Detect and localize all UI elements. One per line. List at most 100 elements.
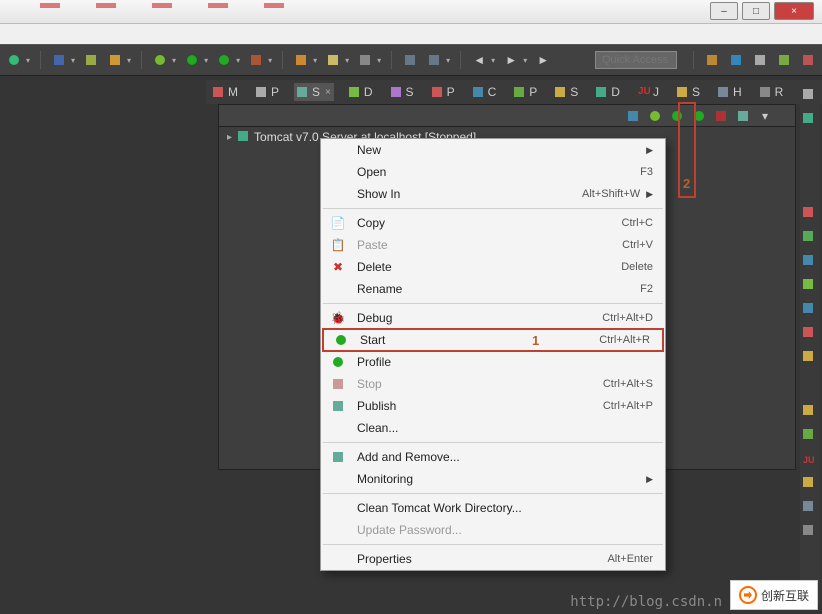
publish-icon	[329, 398, 347, 414]
tab-s[interactable]: S	[674, 83, 703, 101]
tab-letter: P	[447, 85, 455, 99]
menu-separator	[323, 303, 663, 304]
menu-separator	[323, 442, 663, 443]
tab-history[interactable]: H	[715, 83, 745, 101]
debug-server-icon[interactable]	[647, 108, 663, 124]
sidebar-icon[interactable]	[803, 404, 817, 418]
menu-properties[interactable]: PropertiesAlt+Enter	[321, 548, 665, 570]
tool-icon[interactable]	[107, 52, 123, 68]
perspective-icon[interactable]	[728, 52, 744, 68]
sidebar-icon[interactable]	[803, 112, 817, 126]
tab-letter: J	[653, 85, 659, 99]
menu-shortcut: Alt+Shift+W	[582, 188, 640, 200]
nav-icon[interactable]	[402, 52, 418, 68]
wand-icon[interactable]	[357, 52, 373, 68]
tab-letter: S	[692, 85, 700, 99]
menu-show-in[interactable]: Show InAlt+Shift+W▶	[321, 183, 665, 205]
stop-server-icon[interactable]	[713, 108, 729, 124]
sidebar-icon[interactable]	[803, 88, 817, 102]
menu-clean-work-dir[interactable]: Clean Tomcat Work Directory...	[321, 497, 665, 519]
tab-console[interactable]: C	[470, 83, 500, 101]
menu-open[interactable]: OpenF3	[321, 161, 665, 183]
sidebar-icon[interactable]	[803, 278, 817, 292]
back-icon[interactable]: ◄	[471, 52, 487, 68]
link-icon[interactable]	[625, 108, 641, 124]
forward-icon[interactable]: ►	[503, 52, 519, 68]
sidebar-icon[interactable]	[803, 254, 817, 268]
debug-icon[interactable]	[152, 52, 168, 68]
folder-icon[interactable]	[325, 52, 341, 68]
sidebar-icon[interactable]	[803, 302, 817, 316]
sidebar-icon[interactable]	[803, 350, 817, 364]
perspective-icon[interactable]	[776, 52, 792, 68]
publish-icon[interactable]	[735, 108, 751, 124]
menubar[interactable]	[0, 24, 822, 44]
run-icon[interactable]	[216, 52, 232, 68]
menu-label: Properties	[357, 552, 607, 566]
tab-properties[interactable]: P	[253, 83, 282, 101]
menu-profile[interactable]: Profile	[321, 351, 665, 373]
sidebar-icon[interactable]	[803, 428, 817, 442]
menu-new[interactable]: New▶	[321, 139, 665, 161]
menu-shortcut: F2	[640, 283, 653, 295]
tab-snippets[interactable]: S	[388, 83, 417, 101]
run-icon[interactable]	[184, 52, 200, 68]
sidebar-icon[interactable]	[803, 326, 817, 340]
menu-copy[interactable]: 📄CopyCtrl+C	[321, 212, 665, 234]
menu-publish[interactable]: PublishCtrl+Alt+P	[321, 395, 665, 417]
sidebar-icon[interactable]	[803, 476, 817, 490]
sidebar-icon[interactable]	[803, 230, 817, 244]
menu-add-remove[interactable]: Add and Remove...	[321, 446, 665, 468]
perspective-icon[interactable]	[704, 52, 720, 68]
tab-problems[interactable]: P	[429, 83, 458, 101]
menu-stop: StopCtrl+Alt+S	[321, 373, 665, 395]
quick-access-input[interactable]	[595, 51, 677, 69]
delete-icon: ✖	[329, 259, 347, 275]
tab-data[interactable]: D	[346, 83, 376, 101]
tab-r[interactable]: R	[757, 83, 787, 101]
tab-letter: M	[228, 85, 238, 99]
menu-clean[interactable]: Clean...	[321, 417, 665, 439]
perspective-icon[interactable]	[752, 52, 768, 68]
titlebar-decor	[40, 3, 284, 8]
menu-start[interactable]: Start1Ctrl+Alt+R	[322, 328, 664, 352]
app-icon[interactable]	[51, 52, 67, 68]
maximize-button[interactable]: □	[742, 2, 770, 20]
menu-delete[interactable]: ✖DeleteDelete	[321, 256, 665, 278]
sidebar-icon[interactable]: JU	[803, 452, 817, 466]
menu-monitoring[interactable]: Monitoring▶	[321, 468, 665, 490]
menu-label: Copy	[357, 216, 622, 230]
titlebar	[0, 0, 822, 24]
minimize-button[interactable]: –	[710, 2, 738, 20]
menu-paste: 📋PasteCtrl+V	[321, 234, 665, 256]
menu-rename[interactable]: RenameF2	[321, 278, 665, 300]
menu-shortcut: F3	[640, 166, 653, 178]
sidebar-icon[interactable]	[803, 524, 817, 538]
tab-markers[interactable]: M	[210, 83, 241, 101]
menu-label: Show In	[357, 187, 582, 201]
tab-debug[interactable]: D	[593, 83, 623, 101]
tab-junit[interactable]: JUJ	[635, 83, 662, 101]
menu-label: Stop	[357, 377, 603, 391]
annotation-number-2: 2	[683, 176, 690, 191]
menu-debug[interactable]: 🐞DebugCtrl+Alt+D	[321, 307, 665, 329]
sidebar-icon[interactable]	[803, 500, 817, 514]
tab-letter: D	[364, 85, 373, 99]
tab-search[interactable]: S	[552, 83, 581, 101]
tool-icon[interactable]	[248, 52, 264, 68]
nav-icon[interactable]	[426, 52, 442, 68]
stop-icon	[329, 376, 347, 392]
expand-icon[interactable]: ▸	[227, 132, 232, 143]
close-icon[interactable]: ×	[325, 87, 331, 98]
close-button[interactable]: ×	[774, 2, 814, 20]
globe-icon[interactable]	[6, 52, 22, 68]
menu-icon[interactable]: ▾	[757, 108, 773, 124]
tab-servers[interactable]: S×	[294, 83, 334, 101]
tool-icon[interactable]	[83, 52, 99, 68]
tab-progress[interactable]: P	[511, 83, 540, 101]
watermark-text: http://blog.csdn.n	[570, 594, 722, 610]
forward-icon[interactable]: ►	[535, 52, 551, 68]
sidebar-icon[interactable]	[803, 206, 817, 220]
package-icon[interactable]	[293, 52, 309, 68]
perspective-icon[interactable]	[800, 52, 816, 68]
